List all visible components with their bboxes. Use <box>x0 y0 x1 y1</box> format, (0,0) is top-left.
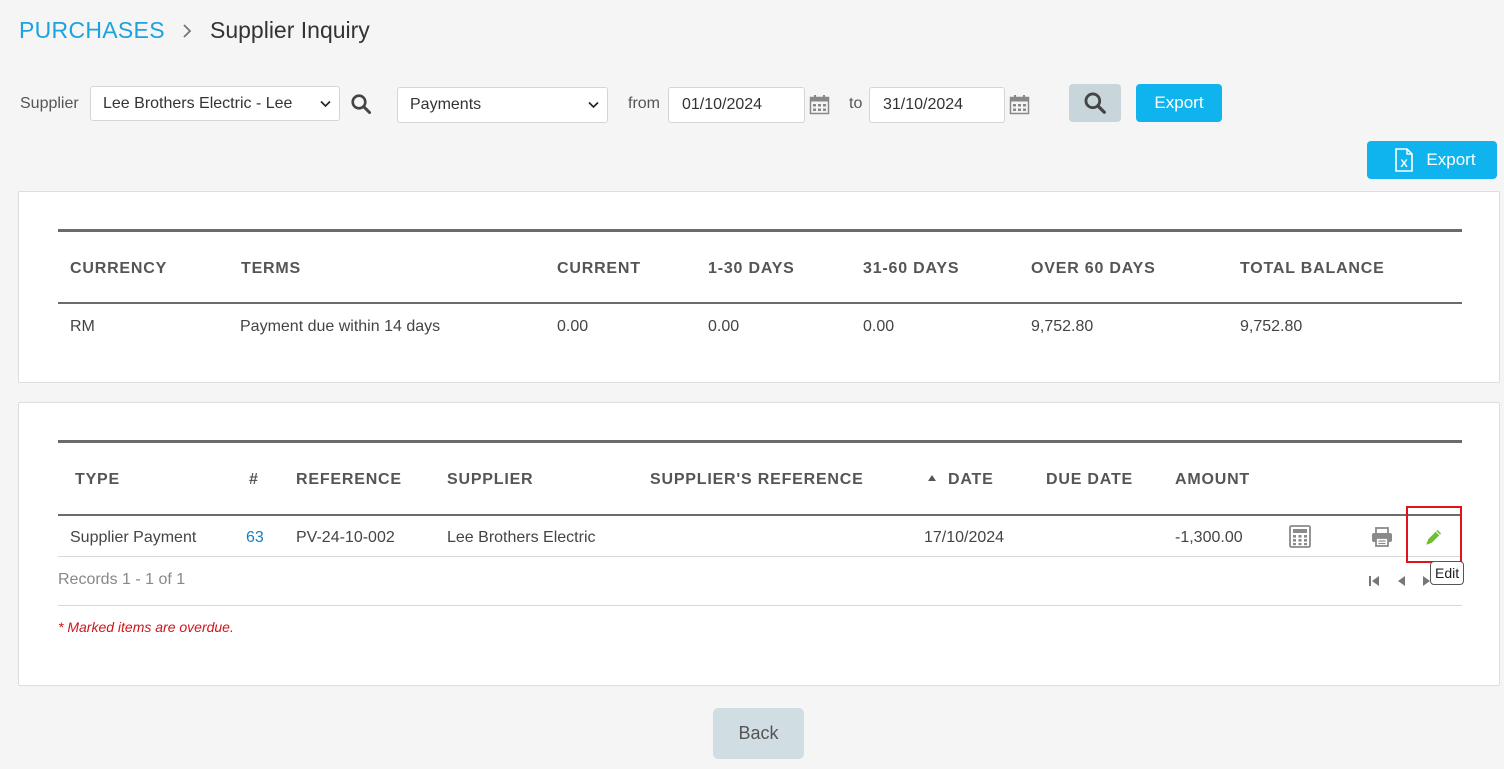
header-supplier[interactable]: SUPPLIER <box>447 471 533 489</box>
summary-current: 0.00 <box>557 318 589 335</box>
summary-31-60-days: 0.00 <box>863 318 895 335</box>
header-31-60-days: 31-60 DAYS <box>863 260 960 277</box>
breadcrumb-root-link[interactable]: PURCHASES <box>19 17 165 44</box>
header-suppliers-reference[interactable]: SUPPLIER'S REFERENCE <box>650 471 864 489</box>
header-over-60-days: OVER 60 DAYS <box>1031 260 1156 277</box>
header-1-30-days: 1-30 DAYS <box>708 260 795 277</box>
summary-1-30-days: 0.00 <box>708 318 740 335</box>
to-label: to <box>849 95 863 112</box>
supplier-select[interactable]: Lee Brothers Electric - Lee <box>90 86 340 121</box>
edit-highlight-box <box>1406 506 1462 563</box>
from-label: from <box>628 95 660 112</box>
header-type[interactable]: TYPE <box>75 471 120 489</box>
chevron-down-icon <box>320 100 331 107</box>
header-current: CURRENT <box>557 260 641 277</box>
overdue-note: * Marked items are overdue. <box>58 619 234 635</box>
header-total-balance: TOTAL BALANCE <box>1240 260 1385 277</box>
header-number[interactable]: # <box>249 471 259 489</box>
header-terms: TERMS <box>241 260 301 277</box>
transaction-type-value: Payments <box>410 96 482 113</box>
calendar-icon[interactable] <box>1009 94 1030 115</box>
summary-total-balance: 9,752.80 <box>1240 318 1303 335</box>
row-type: Supplier Payment <box>70 529 197 546</box>
supplier-search-icon[interactable] <box>350 93 372 115</box>
excel-export-button[interactable]: X Export <box>1367 141 1497 179</box>
header-currency: CURRENCY <box>70 260 168 277</box>
export-button[interactable]: Export <box>1136 84 1222 122</box>
header-due-date[interactable]: DUE DATE <box>1046 471 1133 489</box>
header-rule <box>58 302 1462 304</box>
balance-summary-panel: CURRENCY TERMS CURRENT 1-30 DAYS 31-60 D… <box>18 191 1500 383</box>
row-divider <box>58 556 1462 557</box>
previous-page-icon[interactable] <box>1395 574 1409 588</box>
export-button-label: Export <box>1154 93 1204 112</box>
search-icon <box>1084 92 1106 114</box>
to-date-value: 31/10/2024 <box>883 96 964 113</box>
excel-export-label: Export <box>1426 150 1476 169</box>
to-date-input[interactable]: 31/10/2024 <box>869 87 1005 123</box>
row-reference: PV-24-10-002 <box>296 529 395 546</box>
supplier-select-value: Lee Brothers Electric - Lee <box>103 94 293 112</box>
header-amount[interactable]: AMOUNT <box>1175 471 1250 489</box>
calculator-icon[interactable] <box>1289 525 1311 548</box>
edit-tooltip: Edit <box>1430 561 1465 585</box>
table-top-rule <box>58 229 1462 232</box>
print-icon[interactable] <box>1371 527 1393 547</box>
from-date-value: 01/10/2024 <box>682 96 763 113</box>
summary-over-60-days: 9,752.80 <box>1031 318 1094 335</box>
summary-currency: RM <box>70 318 95 335</box>
supplier-label: Supplier <box>20 95 79 112</box>
row-supplier: Lee Brothers Electric <box>447 529 596 546</box>
excel-file-icon: X <box>1395 148 1414 172</box>
page-title: Supplier Inquiry <box>210 17 370 43</box>
header-date[interactable]: DATE <box>948 471 994 489</box>
transactions-panel: TYPE # REFERENCE SUPPLIER SUPPLIER'S REF… <box>18 402 1500 686</box>
chevron-right-icon <box>183 24 192 38</box>
chevron-down-icon <box>588 101 599 109</box>
first-page-icon[interactable] <box>1367 574 1381 588</box>
row-date: 17/10/2024 <box>924 529 1005 546</box>
back-button[interactable]: Back <box>713 708 804 759</box>
transaction-type-select[interactable]: Payments <box>397 87 608 123</box>
header-reference[interactable]: REFERENCE <box>296 471 402 489</box>
from-date-input[interactable]: 01/10/2024 <box>668 87 805 123</box>
sort-ascending-icon <box>927 474 937 482</box>
summary-terms: Payment due within 14 days <box>240 318 441 335</box>
table-top-rule <box>58 440 1462 443</box>
footer-divider <box>58 605 1462 606</box>
records-count: Records 1 - 1 of 1 <box>58 571 186 588</box>
table-row: Supplier Payment 63 PV-24-10-002 Lee Bro… <box>58 516 1462 556</box>
calendar-icon[interactable] <box>809 94 830 115</box>
svg-text:X: X <box>1401 158 1409 170</box>
row-number-link[interactable]: 63 <box>246 529 264 547</box>
search-button[interactable] <box>1069 84 1121 122</box>
back-button-label: Back <box>738 723 779 743</box>
row-amount: -1,300.00 <box>1175 529 1243 546</box>
